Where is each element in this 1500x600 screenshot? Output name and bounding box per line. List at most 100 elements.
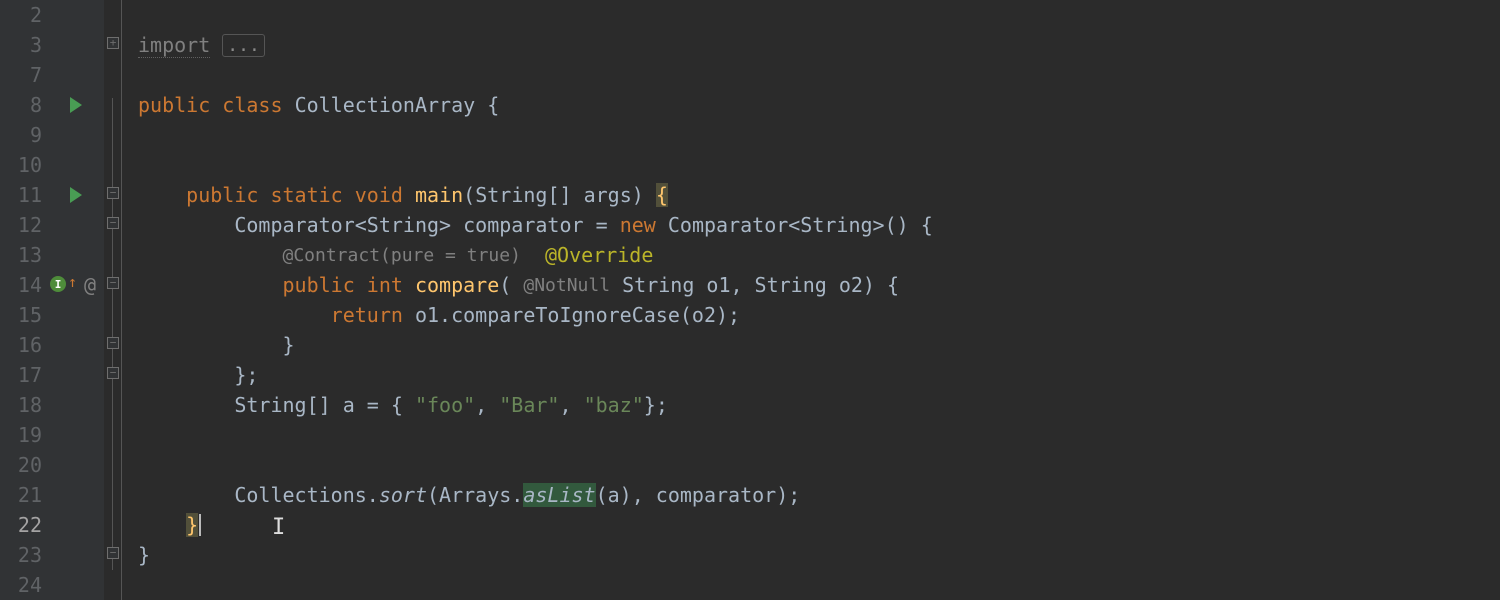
- run-icon[interactable]: [70, 97, 82, 113]
- brace-highlight: {: [656, 183, 668, 207]
- code-line[interactable]: [138, 420, 1500, 450]
- line-number: 17: [0, 360, 104, 390]
- caret: [199, 514, 201, 536]
- paren: (: [499, 273, 511, 297]
- string: "baz": [584, 393, 644, 417]
- params: (String[] args): [463, 183, 644, 207]
- keyword: static: [270, 183, 342, 207]
- annotation-hint: @NotNull: [523, 275, 610, 296]
- keyword: class: [222, 93, 282, 117]
- identifier: comparator: [463, 213, 583, 237]
- line-number: 10: [0, 150, 104, 180]
- code-line[interactable]: [138, 150, 1500, 180]
- line-number: 3: [0, 30, 104, 60]
- line-number: 20: [0, 450, 104, 480]
- method-name: main: [415, 183, 463, 207]
- line-number: 19: [0, 420, 104, 450]
- fold-collapse-icon[interactable]: −: [107, 337, 119, 349]
- line-number: 23: [0, 540, 104, 570]
- identifier: (Arrays.: [427, 483, 523, 507]
- keyword: public: [186, 183, 258, 207]
- fold-collapse-icon[interactable]: −: [107, 277, 119, 289]
- identifier: Collections.: [234, 483, 379, 507]
- type: Comparator<String>() {: [668, 213, 933, 237]
- brace: }: [138, 543, 150, 567]
- code-line[interactable]: Comparator<String> comparator = new Comp…: [138, 210, 1500, 240]
- line-number: 21: [0, 480, 104, 510]
- code-line[interactable]: [138, 450, 1500, 480]
- code-line[interactable]: [138, 120, 1500, 150]
- brace: };: [644, 393, 668, 417]
- code-line[interactable]: }: [138, 330, 1500, 360]
- keyword: public: [138, 93, 210, 117]
- text-cursor-icon: 𝙸: [272, 515, 285, 540]
- code-line[interactable]: }: [138, 510, 1500, 540]
- line-number: 12: [0, 210, 104, 240]
- line-number: 14 I ↑ @: [0, 270, 104, 300]
- code-line[interactable]: return o1.compareToIgnoreCase(o2);: [138, 300, 1500, 330]
- brace: {: [487, 93, 499, 117]
- expression: String[] a = {: [234, 393, 403, 417]
- code-line[interactable]: Collections.sort(Arrays.asList(a), compa…: [138, 480, 1500, 510]
- implements-icon[interactable]: I: [50, 276, 66, 292]
- brace: }: [283, 333, 295, 357]
- code-line[interactable]: [138, 0, 1500, 30]
- keyword: int: [367, 273, 403, 297]
- code-line[interactable]: [138, 60, 1500, 90]
- line-number-current: 22: [0, 510, 104, 540]
- gutter: 2 3 7 8 9 10 11 12 13 14 I ↑ @ 15 16 17 …: [0, 0, 104, 600]
- code-line[interactable]: String[] a = { "foo", "Bar", "baz"};: [138, 390, 1500, 420]
- code-line[interactable]: public static void main(String[] args) {: [138, 180, 1500, 210]
- fold-collapse-icon[interactable]: −: [107, 547, 119, 559]
- method-name: compare: [415, 273, 499, 297]
- code-editor[interactable]: 2 3 7 8 9 10 11 12 13 14 I ↑ @ 15 16 17 …: [0, 0, 1500, 600]
- code-line[interactable]: @Contract(pure = true) @Override: [138, 240, 1500, 270]
- keyword-import: import: [138, 33, 210, 58]
- static-method-highlight: asList: [523, 483, 595, 507]
- fold-collapse-icon[interactable]: −: [107, 217, 119, 229]
- class-name: CollectionArray: [295, 93, 476, 117]
- line-number: 2: [0, 0, 104, 30]
- fold-collapse-icon[interactable]: −: [107, 187, 119, 199]
- run-icon[interactable]: [70, 187, 82, 203]
- line-number: 24: [0, 570, 104, 600]
- keyword: void: [355, 183, 403, 207]
- fold-expand-icon[interactable]: +: [107, 37, 119, 49]
- params: String o1, String o2) {: [622, 273, 899, 297]
- code-line[interactable]: public int compare( @NotNull String o1, …: [138, 270, 1500, 300]
- keyword: public: [283, 273, 355, 297]
- code-line[interactable]: [138, 570, 1500, 600]
- line-number: 13: [0, 240, 104, 270]
- line-number: 11: [0, 180, 104, 210]
- line-number: 16: [0, 330, 104, 360]
- annotation-hint: @Contract(pure = true): [283, 245, 521, 266]
- keyword: return: [331, 303, 403, 327]
- line-number: 8: [0, 90, 104, 120]
- code-area[interactable]: import ... public class CollectionArray …: [122, 0, 1500, 600]
- annotation: @Override: [545, 243, 653, 267]
- string: "foo": [415, 393, 475, 417]
- code-line[interactable]: };: [138, 360, 1500, 390]
- expression: o1.compareToIgnoreCase(o2);: [415, 303, 740, 327]
- string: "Bar": [499, 393, 559, 417]
- fold-collapse-icon[interactable]: −: [107, 367, 119, 379]
- static-method: sort: [379, 483, 427, 507]
- type: Comparator<String>: [234, 213, 451, 237]
- keyword: new: [620, 213, 656, 237]
- code-line[interactable]: }: [138, 540, 1500, 570]
- fold-guide: [112, 98, 113, 570]
- fold-bar: + − − − − − −: [104, 0, 122, 600]
- line-number: 15: [0, 300, 104, 330]
- code-line[interactable]: import ...: [138, 30, 1500, 60]
- brace: };: [234, 363, 258, 387]
- op: =: [596, 213, 608, 237]
- annotation-icon[interactable]: @: [84, 273, 96, 297]
- folded-region[interactable]: ...: [222, 34, 265, 57]
- line-number: 7: [0, 60, 104, 90]
- code-line[interactable]: public class CollectionArray {: [138, 90, 1500, 120]
- line-number: 18: [0, 390, 104, 420]
- brace-highlight: }: [186, 513, 198, 537]
- line-number: 9: [0, 120, 104, 150]
- override-up-arrow-icon[interactable]: ↑: [68, 273, 77, 291]
- expression: (a), comparator);: [596, 483, 801, 507]
